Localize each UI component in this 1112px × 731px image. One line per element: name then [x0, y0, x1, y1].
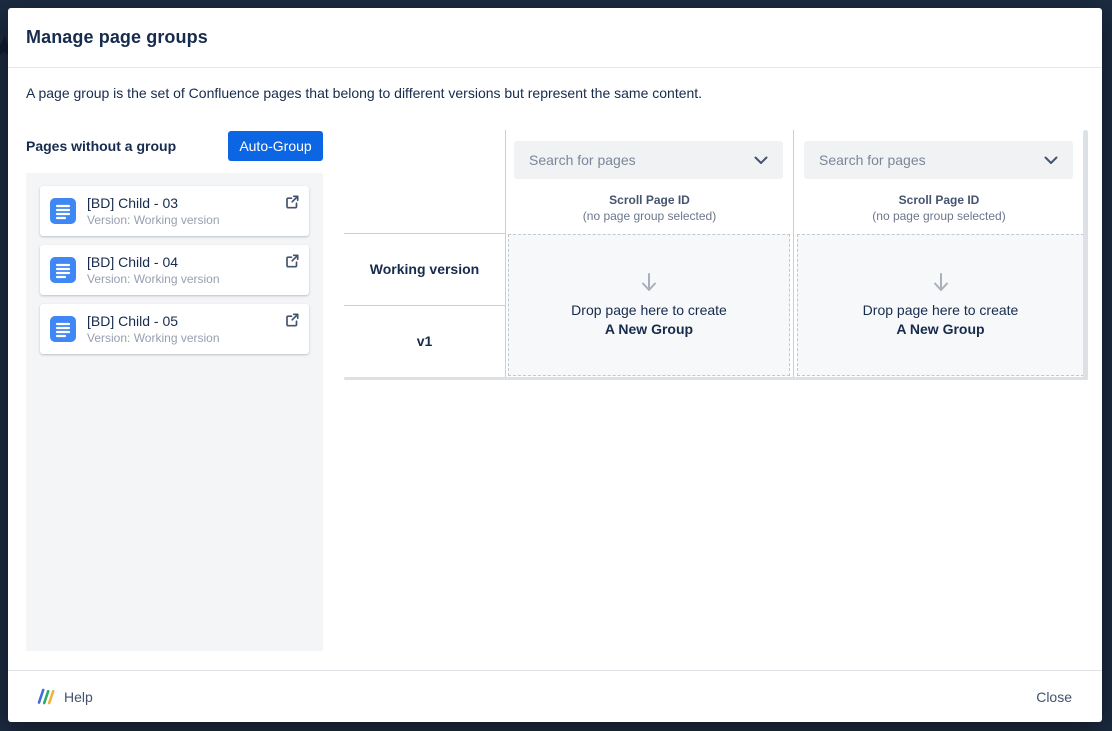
page-icon	[50, 198, 76, 224]
row-header-v1: v1	[344, 305, 505, 377]
search-placeholder: Search for pages	[529, 152, 636, 168]
left-panel-header: Pages without a group Auto-Group	[26, 131, 323, 161]
page-title: [BD] Child - 03	[87, 194, 220, 212]
page-version-label: Version: Working version	[87, 271, 220, 288]
row-header-working-version: Working version	[344, 233, 505, 305]
dialog-header: Manage page groups	[8, 8, 1102, 68]
grid-column-divider	[505, 130, 506, 377]
drop-zone-new-group[interactable]: Drop page here to create A New Group	[508, 234, 790, 376]
page-icon	[50, 316, 76, 342]
group-name-label: Scroll Page ID	[506, 192, 793, 208]
dialog-footer: Help Close	[8, 670, 1102, 722]
page-card[interactable]: [BD] Child - 04 Version: Working version	[40, 245, 309, 295]
page-version-label: Version: Working version	[87, 212, 220, 229]
help-link[interactable]: Help	[36, 688, 93, 705]
close-button[interactable]: Close	[1036, 689, 1072, 705]
group-name-label: Scroll Page ID	[794, 192, 1084, 208]
page-version-label: Version: Working version	[87, 330, 220, 347]
chevron-down-icon	[1044, 156, 1058, 165]
open-page-external-link-icon[interactable]	[285, 195, 299, 209]
ungrouped-pages-list: [BD] Child - 03 Version: Working version	[26, 173, 323, 651]
grid-horizontal-scrollbar[interactable]	[344, 377, 1088, 380]
manage-page-groups-dialog: Manage page groups A page group is the s…	[8, 8, 1102, 722]
arrow-down-icon	[638, 272, 660, 292]
page-search-select[interactable]: Search for pages	[514, 141, 783, 179]
dialog-description: A page group is the set of Confluence pa…	[26, 85, 702, 101]
group-status-label: (no page group selected)	[794, 208, 1084, 224]
scroll-logo-icon	[36, 688, 55, 705]
page-search-select[interactable]: Search for pages	[804, 141, 1073, 179]
page-title: [BD] Child - 05	[87, 312, 220, 330]
modal-backdrop: ★ Manage page groups A page group is the…	[0, 0, 1112, 731]
search-placeholder: Search for pages	[819, 152, 926, 168]
drop-hint-text: Drop page here to create	[863, 301, 1019, 320]
grid-column-divider	[793, 130, 794, 377]
page-title: [BD] Child - 04	[87, 253, 220, 271]
auto-group-button[interactable]: Auto-Group	[228, 131, 323, 161]
drop-hint-text: Drop page here to create	[571, 301, 727, 320]
open-page-external-link-icon[interactable]	[285, 254, 299, 268]
pages-without-group-heading: Pages without a group	[26, 138, 176, 154]
grid-vertical-scrollbar[interactable]	[1083, 130, 1088, 380]
drop-zone-new-group[interactable]: Drop page here to create A New Group	[797, 234, 1084, 376]
open-page-external-link-icon[interactable]	[285, 313, 299, 327]
page-icon	[50, 257, 76, 283]
page-card[interactable]: [BD] Child - 05 Version: Working version	[40, 304, 309, 354]
chevron-down-icon	[754, 156, 768, 165]
page-groups-grid: Working version v1 Search for pages Scro…	[344, 130, 1088, 380]
help-label: Help	[64, 689, 93, 705]
dialog-title: Manage page groups	[26, 27, 208, 48]
group-column-header: Scroll Page ID (no page group selected)	[794, 192, 1084, 224]
drop-hint-new-group: A New Group	[896, 320, 984, 339]
group-status-label: (no page group selected)	[506, 208, 793, 224]
drop-hint-new-group: A New Group	[605, 320, 693, 339]
arrow-down-icon	[930, 272, 952, 292]
page-card[interactable]: [BD] Child - 03 Version: Working version	[40, 186, 309, 236]
group-column-header: Scroll Page ID (no page group selected)	[506, 192, 793, 224]
